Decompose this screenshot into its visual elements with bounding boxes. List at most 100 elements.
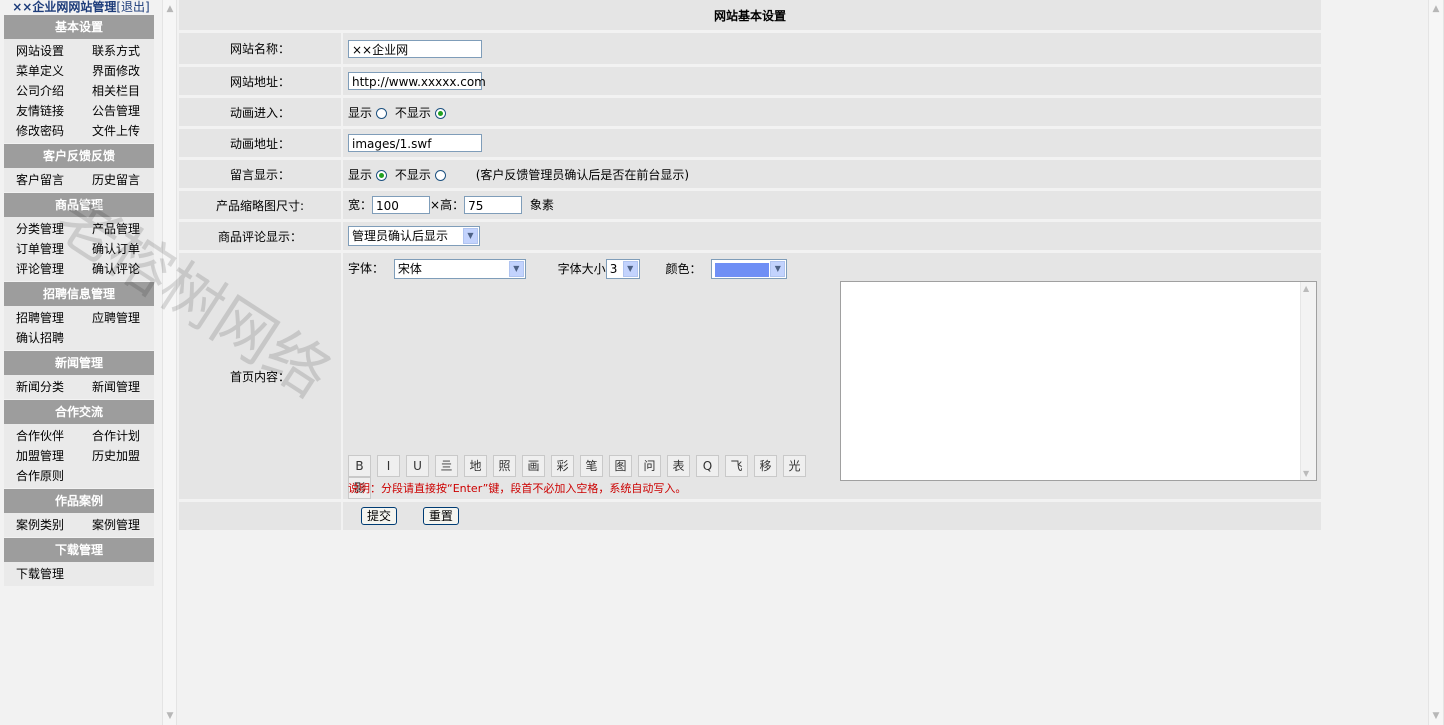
toolbar-button[interactable]: U xyxy=(406,455,429,477)
toolbar-button[interactable]: B xyxy=(348,455,371,477)
nav-row: 下载管理 xyxy=(4,564,154,584)
nav-link[interactable]: 确认招聘 xyxy=(4,328,79,348)
toolbar-button[interactable]: 移 xyxy=(754,455,777,477)
scroll-down-icon[interactable]: ▼ xyxy=(1303,469,1309,478)
scroll-up-icon[interactable]: ▲ xyxy=(164,2,176,16)
editor-area: 字体： 宋体 ▼ 字体大小 3 ▼ 颜色： ▼ ▲ ▼ BIU亖地照画彩笔图问表Q飞移… xyxy=(348,254,1320,499)
nav-row: 订单管理 确认订单 xyxy=(4,239,154,259)
nav-link[interactable]: 案例管理 xyxy=(79,515,154,535)
nav-link[interactable]: 订单管理 xyxy=(4,239,79,259)
review-select[interactable]: 管理员确认后显示 ▼ xyxy=(348,226,480,246)
main-frame-scrollbar[interactable]: ▲ ▼ xyxy=(1428,0,1444,725)
nav-link[interactable]: 公司介绍 xyxy=(4,81,79,101)
nav-link[interactable]: 历史留言 xyxy=(79,170,154,190)
nav-link[interactable]: 界面修改 xyxy=(79,61,154,81)
guestbook-show-radio[interactable] xyxy=(376,169,388,181)
nav-group-items: 客户留言 历史留言 xyxy=(4,168,154,192)
nav-group-title[interactable]: 商品管理 xyxy=(4,193,154,217)
nav-link[interactable]: 友情链接 xyxy=(4,101,79,121)
toolbar-button[interactable]: Q xyxy=(696,455,719,477)
nav-link[interactable]: 案例类别 xyxy=(4,515,79,535)
logout-link[interactable]: [退出] xyxy=(116,0,149,14)
nav-link[interactable]: 确认评论 xyxy=(79,259,154,279)
nav-link[interactable]: 相关栏目 xyxy=(79,81,154,101)
font-size-value: 3 xyxy=(609,262,618,276)
chevron-down-icon[interactable]: ▼ xyxy=(770,261,786,277)
site-url-input[interactable]: http://www.xxxxx.com xyxy=(348,72,486,90)
toolbar-button[interactable]: I xyxy=(377,455,400,477)
anim-hide-text: 不显示 xyxy=(394,105,431,120)
reset-button[interactable]: 重置 xyxy=(422,507,459,525)
toolbar-button[interactable]: 地 xyxy=(464,455,487,477)
chevron-down-icon[interactable]: ▼ xyxy=(622,261,638,277)
nav-group-title[interactable]: 作品案例 xyxy=(4,489,154,513)
anim-show-radio[interactable] xyxy=(376,107,388,119)
scroll-down-icon[interactable]: ▼ xyxy=(1430,709,1442,723)
thumb-height-input[interactable]: 75 xyxy=(464,196,523,215)
anim-hide-radio[interactable] xyxy=(434,107,446,119)
nav-group: 新闻管理 新闻分类 新闻管理 xyxy=(4,351,154,399)
toolbar-button[interactable]: 图 xyxy=(609,455,632,477)
nav-row: 公司介绍 相关栏目 xyxy=(4,81,154,101)
toolbar-button[interactable]: 问 xyxy=(638,455,661,477)
nav-link[interactable]: 修改密码 xyxy=(4,121,79,141)
nav-link[interactable]: 确认订单 xyxy=(79,239,154,259)
nav-link[interactable]: 公告管理 xyxy=(79,101,154,121)
nav-link[interactable]: 合作伙伴 xyxy=(4,426,79,446)
nav-link[interactable]: 分类管理 xyxy=(4,219,79,239)
content-note: 说明：分段请直接按“Enter”键，段首不必加入空格，系统自动写入。 xyxy=(348,482,687,495)
toolbar-button[interactable]: 亖 xyxy=(435,455,458,477)
left-frame-scrollbar[interactable]: ▲ ▼ xyxy=(162,0,177,725)
content-textarea[interactable]: ▲ ▼ xyxy=(840,281,1317,481)
guestbook-hide-radio[interactable] xyxy=(434,169,446,181)
toolbar-button[interactable]: 画 xyxy=(522,455,545,477)
toolbar-button[interactable]: 光 xyxy=(783,455,806,477)
nav-link[interactable]: 菜单定义 xyxy=(4,61,79,81)
nav-group-title[interactable]: 下载管理 xyxy=(4,538,154,562)
nav-link[interactable]: 招聘管理 xyxy=(4,308,79,328)
nav-link[interactable]: 下载管理 xyxy=(4,564,79,584)
toolbar-button[interactable]: 笔 xyxy=(580,455,603,477)
submit-button[interactable]: 提交 xyxy=(361,507,398,525)
nav-link[interactable]: 网站设置 xyxy=(4,41,79,61)
thumb-width-label: 宽： xyxy=(348,197,373,212)
scroll-down-icon[interactable]: ▼ xyxy=(164,709,176,723)
scroll-up-icon[interactable]: ▲ xyxy=(1430,2,1442,16)
nav-link[interactable]: 新闻分类 xyxy=(4,377,79,397)
scroll-up-icon[interactable]: ▲ xyxy=(1303,284,1309,293)
nav-link[interactable]: 新闻管理 xyxy=(79,377,154,397)
nav-group-title[interactable]: 招聘信息管理 xyxy=(4,282,154,306)
nav-group-title[interactable]: 新闻管理 xyxy=(4,351,154,375)
font-select-value: 宋体 xyxy=(397,262,422,276)
nav-link[interactable]: 应聘管理 xyxy=(79,308,154,328)
nav-link[interactable]: 合作原则 xyxy=(4,466,79,486)
nav-link[interactable]: 联系方式 xyxy=(79,41,154,61)
font-size-label: 字体大小 xyxy=(557,261,606,276)
font-size-select[interactable]: 3 ▼ xyxy=(605,259,640,279)
nav-link[interactable]: 加盟管理 xyxy=(4,446,79,466)
nav-link[interactable]: 产品管理 xyxy=(79,219,154,239)
nav-link[interactable]: 合作计划 xyxy=(79,426,154,446)
color-select[interactable]: ▼ xyxy=(711,259,788,279)
toolbar-button[interactable]: 照 xyxy=(493,455,516,477)
nav-group-title[interactable]: 基本设置 xyxy=(4,15,154,39)
nav-group-title[interactable]: 客户反馈反馈 xyxy=(4,144,154,168)
font-select[interactable]: 宋体 ▼ xyxy=(393,259,526,279)
toolbar-button[interactable]: 彩 xyxy=(551,455,574,477)
textarea-scrollbar[interactable]: ▲ ▼ xyxy=(1300,282,1316,480)
anim-url-input[interactable]: images/1.swf xyxy=(348,134,482,152)
nav-group: 下载管理 下载管理 xyxy=(4,538,154,586)
settings-form: 网站基本设置 网站名称： ××企业网 网站地址： http://www.xxxx… xyxy=(179,0,1321,533)
site-name-input[interactable]: ××企业网 xyxy=(348,39,482,58)
toolbar-button[interactable]: 飞 xyxy=(725,455,748,477)
nav-link[interactable]: 客户留言 xyxy=(4,170,79,190)
color-label: 颜色： xyxy=(665,261,702,276)
chevron-down-icon[interactable]: ▼ xyxy=(508,261,524,277)
thumb-width-input[interactable]: 100 xyxy=(372,196,431,215)
chevron-down-icon[interactable]: ▼ xyxy=(463,228,478,244)
nav-link[interactable]: 文件上传 xyxy=(79,121,154,141)
nav-link[interactable]: 评论管理 xyxy=(4,259,79,279)
nav-group-title[interactable]: 合作交流 xyxy=(4,400,154,424)
nav-link[interactable]: 历史加盟 xyxy=(79,446,154,466)
toolbar-button[interactable]: 表 xyxy=(667,455,690,477)
